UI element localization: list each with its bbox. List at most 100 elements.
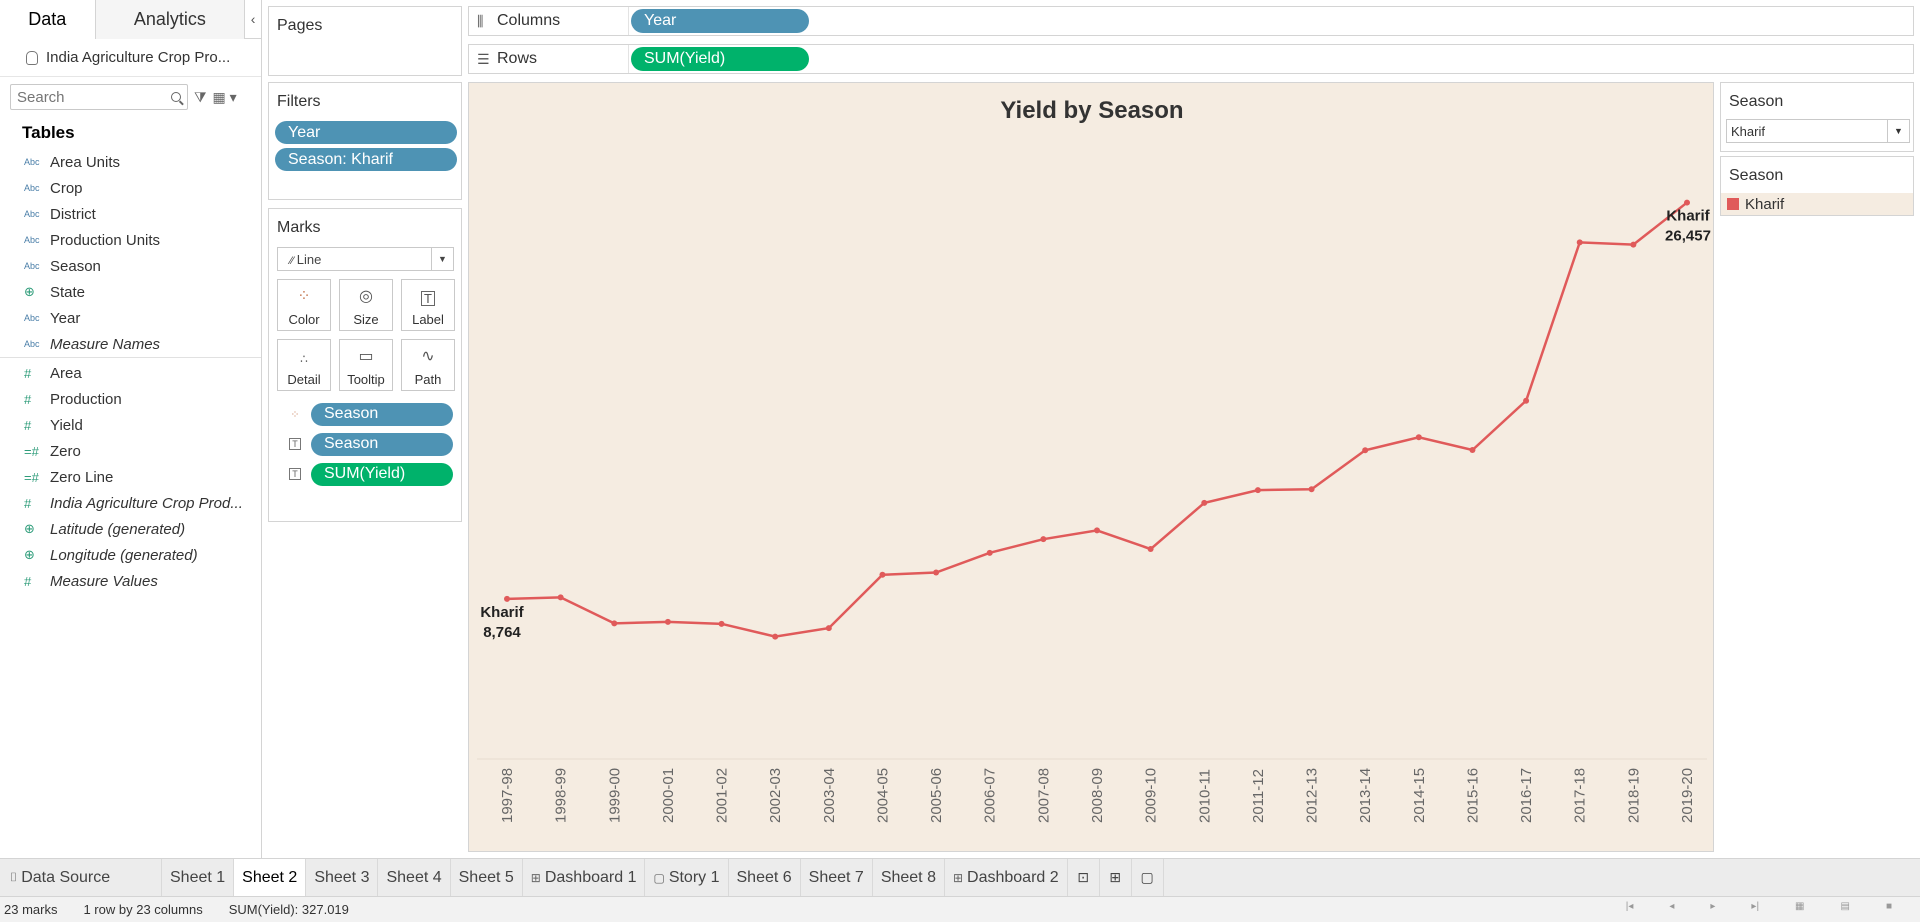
- field-item[interactable]: =# Zero: [0, 438, 261, 464]
- field-item[interactable]: =# Zero Line: [0, 464, 261, 490]
- data-point[interactable]: [611, 620, 618, 627]
- database-icon: [26, 50, 38, 65]
- data-point[interactable]: [825, 625, 832, 632]
- data-point[interactable]: [557, 594, 564, 601]
- marks-pill-sum-yield[interactable]: SUM(Yield): [311, 462, 453, 486]
- sheet-tab[interactable]: Sheet 8: [873, 858, 945, 897]
- search-box[interactable]: [10, 84, 188, 110]
- data-point[interactable]: [1523, 397, 1530, 404]
- field-item[interactable]: Abc District: [0, 201, 261, 227]
- sheet-tab-label: Sheet 4: [386, 868, 442, 886]
- data-point[interactable]: [718, 620, 725, 627]
- x-tick-label: 2008-09: [1089, 768, 1106, 823]
- size-button[interactable]: ◎ Size: [339, 279, 393, 331]
- line-mark-icon: ⁄⁄: [290, 254, 297, 267]
- data-point[interactable]: [1684, 199, 1690, 206]
- data-point[interactable]: [933, 569, 940, 576]
- series-line-kharif[interactable]: [506, 201, 1688, 638]
- rows-pill-sum-yield[interactable]: SUM(Yield): [631, 47, 809, 71]
- sheet-tab[interactable]: Sheet 4: [378, 858, 451, 897]
- field-item[interactable]: Abc Crop: [0, 175, 261, 201]
- color-button[interactable]: ⁘ Color: [277, 279, 331, 331]
- single-view-icon[interactable]: ■: [1886, 901, 1892, 912]
- last-icon[interactable]: ▸|: [1751, 901, 1759, 912]
- legend-item[interactable]: Kharif: [1721, 193, 1913, 215]
- pages-card[interactable]: Pages: [268, 6, 462, 76]
- view-options-icon[interactable]: ▦ ▾: [213, 89, 237, 106]
- columns-shelf[interactable]: ⫼ Columns Year: [468, 6, 1914, 36]
- detail-button[interactable]: ∴ Detail: [277, 339, 331, 391]
- sheet-tab[interactable]: Sheet 2: [234, 858, 307, 897]
- field-item[interactable]: Abc Measure Names: [0, 331, 261, 357]
- data-point[interactable]: [1094, 527, 1100, 534]
- field-item[interactable]: # Production: [0, 386, 261, 412]
- label-button[interactable]: T Label: [401, 279, 455, 331]
- color-button-label: Color: [288, 312, 320, 327]
- field-item[interactable]: # Yield: [0, 412, 261, 438]
- sheet-tab[interactable]: ▢ Story 1: [645, 858, 729, 897]
- marks-pill-season-label[interactable]: Season: [311, 432, 453, 456]
- data-point[interactable]: [1415, 434, 1422, 441]
- data-point[interactable]: [1201, 499, 1208, 506]
- data-point[interactable]: [1630, 241, 1637, 248]
- data-point[interactable]: [1147, 546, 1154, 553]
- sheet-tab[interactable]: ⊞ Dashboard 1: [523, 858, 646, 897]
- field-item[interactable]: # India Agriculture Crop Prod...: [0, 490, 261, 516]
- data-point[interactable]: [772, 633, 779, 640]
- field-item[interactable]: # Measure Values: [0, 568, 261, 594]
- filter-pill-season[interactable]: Season: Kharif: [275, 148, 457, 171]
- filter-pill-year[interactable]: Year: [275, 121, 457, 144]
- sheet-tab[interactable]: Sheet 7: [801, 858, 873, 897]
- field-item[interactable]: ⊕ Longitude (generated): [0, 542, 261, 568]
- data-point[interactable]: [1254, 487, 1261, 494]
- columns-pill-year[interactable]: Year: [631, 9, 809, 33]
- data-point[interactable]: [1469, 447, 1476, 454]
- filters-card[interactable]: Filters Year Season: Kharif: [268, 82, 462, 200]
- field-item[interactable]: ⊕ State: [0, 279, 261, 305]
- field-item[interactable]: Abc Area Units: [0, 149, 261, 175]
- filter-icon[interactable]: ⧩: [194, 89, 207, 106]
- sheet-tab[interactable]: ⊞ Dashboard 2: [945, 858, 1068, 897]
- marks-pill-season-color[interactable]: Season: [311, 402, 453, 426]
- data-point[interactable]: [504, 595, 510, 602]
- data-point[interactable]: [879, 571, 886, 578]
- tab-analytics[interactable]: Analytics: [95, 0, 246, 39]
- new-story-icon[interactable]: ▢: [1132, 858, 1164, 897]
- field-name: Yield: [50, 416, 83, 434]
- field-item[interactable]: # Area: [0, 360, 261, 386]
- sheet-tab[interactable]: Sheet 3: [306, 858, 379, 897]
- prev-icon[interactable]: ◂: [1669, 901, 1674, 912]
- new-dashboard-icon[interactable]: ⊞: [1100, 858, 1132, 897]
- sheet-tab[interactable]: Sheet 5: [451, 858, 523, 897]
- new-worksheet-icon[interactable]: ⊡: [1068, 858, 1100, 897]
- field-item[interactable]: ⊕ Latitude (generated): [0, 516, 261, 542]
- data-point[interactable]: [1308, 486, 1315, 493]
- first-icon[interactable]: |◂: [1626, 901, 1634, 912]
- mark-type-select[interactable]: ⁄⁄ Line ▼: [277, 247, 454, 271]
- grid-view-icon[interactable]: ▦: [1795, 901, 1804, 912]
- marks-buttons: ⁘ Color ◎ Size T Label ∴ Detail ▭ Tooltip ∿ Pa…: [277, 279, 461, 391]
- sheet-tab[interactable]: Sheet 1: [162, 858, 235, 897]
- sheet-tab[interactable]: Sheet 6: [729, 858, 801, 897]
- data-point[interactable]: [1362, 447, 1369, 454]
- path-button[interactable]: ∿ Path: [401, 339, 455, 391]
- tab-data[interactable]: Data: [0, 0, 96, 39]
- rows-shelf[interactable]: ☰ Rows SUM(Yield): [468, 44, 1914, 74]
- field-item[interactable]: Abc Season: [0, 253, 261, 279]
- data-point[interactable]: [986, 549, 993, 556]
- collapse-pane-icon[interactable]: ‹: [245, 0, 261, 38]
- search-input[interactable]: [17, 88, 157, 106]
- datasource-item[interactable]: India Agriculture Crop Pro...: [0, 39, 261, 77]
- sheet-tab[interactable]: ⌷ Data Source: [0, 858, 162, 897]
- chart-view[interactable]: Yield by Season 1997-98 1998-99 1999-00 200…: [468, 82, 1714, 852]
- filmstrip-icon[interactable]: ▤: [1841, 901, 1850, 912]
- x-tick-label: 2001-02: [714, 768, 731, 823]
- data-point[interactable]: [664, 618, 671, 625]
- next-icon[interactable]: ▸: [1710, 901, 1715, 912]
- field-item[interactable]: Abc Production Units: [0, 227, 261, 253]
- data-point[interactable]: [1576, 239, 1583, 246]
- data-point[interactable]: [1040, 536, 1047, 543]
- field-item[interactable]: Abc Year: [0, 305, 261, 331]
- tooltip-button[interactable]: ▭ Tooltip: [339, 339, 393, 391]
- season-filter-select[interactable]: Kharif ▼: [1726, 119, 1910, 143]
